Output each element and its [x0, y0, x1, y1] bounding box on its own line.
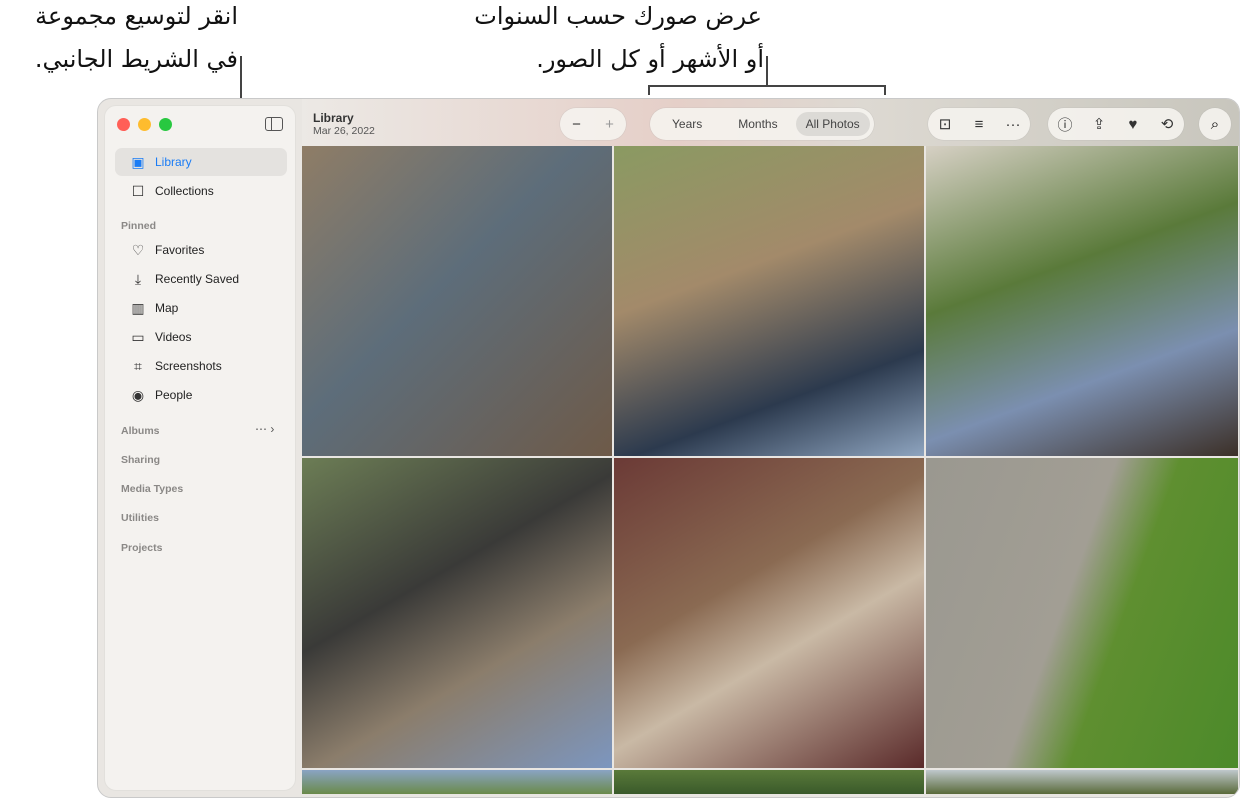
- download-icon: ⤓: [134, 270, 142, 287]
- tab-all-photos[interactable]: All Photos: [795, 112, 870, 136]
- sidebar-item-label: Collections: [155, 184, 214, 198]
- share-icon[interactable]: ⇪: [1082, 115, 1116, 133]
- heart-icon[interactable]: ♥: [1116, 116, 1150, 133]
- sidebar-item-favorites[interactable]: ♡ Favorites: [115, 236, 287, 264]
- photo[interactable]: [302, 146, 612, 456]
- rotate-icon[interactable]: ⟲: [1150, 115, 1184, 133]
- zoom-out-button[interactable]: −: [560, 116, 593, 133]
- sidebar-item-label: People: [155, 388, 193, 402]
- search-button[interactable]: ⌕: [1199, 108, 1231, 140]
- sidebar-item-label: Screenshots: [155, 359, 222, 373]
- sidebar-item-label: Map: [155, 301, 179, 315]
- callout-view-line1: عرض صورك حسب السنوات: [474, 2, 762, 30]
- photo[interactable]: [926, 770, 1238, 794]
- sidebar-item-map[interactable]: ▥ Map: [115, 294, 287, 322]
- sidebar-toggle-icon[interactable]: [265, 117, 283, 131]
- page-title: Library: [313, 111, 354, 125]
- sidebar-item-label: Library: [155, 155, 192, 169]
- window-controls: [117, 118, 172, 131]
- photo-stack-icon: ▣: [131, 153, 145, 170]
- zoom-button[interactable]: [159, 118, 172, 131]
- heart-icon: ♡: [131, 241, 145, 258]
- view-segmented-control: Years Months All Photos: [650, 108, 874, 140]
- zoom-control: − +: [560, 108, 626, 140]
- photos-window: Library Mar 26, 2022 − + Years Months Al…: [97, 98, 1240, 798]
- section-sharing[interactable]: Sharing: [121, 454, 160, 466]
- screenshot-icon: ⌗: [134, 357, 142, 374]
- photo[interactable]: [302, 458, 612, 768]
- sidebar-item-label: Videos: [155, 330, 192, 344]
- slideshow-icon[interactable]: ⊡: [928, 115, 962, 133]
- photo[interactable]: [614, 146, 924, 456]
- callout-line: [766, 56, 768, 86]
- main-area: Library Mar 26, 2022 − + Years Months Al…: [302, 99, 1239, 797]
- photo[interactable]: [614, 458, 924, 768]
- section-utilities[interactable]: Utilities: [121, 512, 159, 524]
- filter-icon[interactable]: ≡: [962, 116, 996, 133]
- photo[interactable]: [926, 458, 1238, 768]
- info-icon[interactable]: ⓘ: [1048, 114, 1082, 135]
- callout-line: [884, 85, 886, 95]
- callout-line: [648, 85, 886, 87]
- person-circle-icon: ◉: [131, 386, 145, 403]
- sidebar-item-screenshots[interactable]: ⌗ Screenshots: [115, 352, 287, 380]
- section-pinned: Pinned: [121, 220, 157, 232]
- sidebar: ▣ Library ☐ Collections Pinned ♡ Favorites …: [104, 105, 296, 791]
- close-button[interactable]: [117, 118, 130, 131]
- albums-more-icon[interactable]: ⋯ ›: [255, 422, 274, 436]
- collections-icon: ☐: [131, 182, 145, 199]
- section-projects[interactable]: Projects: [121, 542, 162, 554]
- map-icon: ▥: [131, 299, 145, 316]
- search-icon: ⌕: [1210, 115, 1220, 133]
- sidebar-item-recently-saved[interactable]: ⤓ Recently Saved: [115, 265, 287, 293]
- sidebar-item-library[interactable]: ▣ Library: [115, 148, 287, 176]
- minimize-button[interactable]: [138, 118, 151, 131]
- video-icon: ▭: [131, 328, 145, 345]
- sidebar-item-people[interactable]: ◉ People: [115, 381, 287, 409]
- page-date: Mar 26, 2022: [313, 125, 375, 137]
- zoom-in-button[interactable]: +: [593, 116, 626, 133]
- sidebar-item-label: Favorites: [155, 243, 205, 257]
- tab-years[interactable]: Years: [654, 112, 720, 136]
- sidebar-item-label: Recently Saved: [155, 272, 240, 286]
- photo[interactable]: [302, 770, 612, 794]
- section-media-types[interactable]: Media Types: [121, 483, 183, 495]
- toolbar-group-1: ⊡ ≡ ···: [928, 108, 1030, 140]
- callout-sidebar-line2: في الشريط الجانبي.: [34, 45, 238, 73]
- toolbar-group-2: ⓘ ⇪ ♥ ⟲: [1048, 108, 1184, 140]
- more-icon[interactable]: ···: [996, 116, 1030, 133]
- photo[interactable]: [926, 146, 1238, 456]
- sidebar-item-videos[interactable]: ▭ Videos: [115, 323, 287, 351]
- sidebar-item-collections[interactable]: ☐ Collections: [115, 177, 287, 205]
- callout-sidebar-line1: انقر لتوسيع مجموعة: [35, 2, 238, 30]
- photo[interactable]: [614, 770, 924, 794]
- tab-months[interactable]: Months: [720, 112, 795, 136]
- photo-grid: [302, 146, 1238, 794]
- callout-line: [648, 85, 650, 95]
- callout-view-line2: أو الأشهر أو كل الصور.: [536, 45, 764, 73]
- section-albums[interactable]: Albums: [121, 425, 160, 437]
